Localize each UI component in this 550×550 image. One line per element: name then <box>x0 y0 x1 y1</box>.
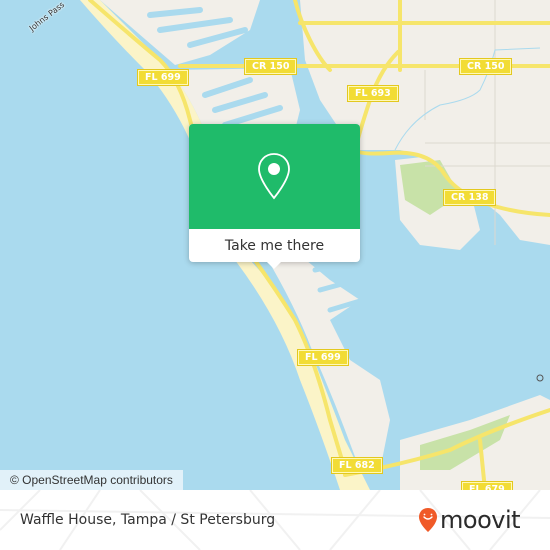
map-pin-icon <box>258 153 290 200</box>
map[interactable]: Johns Pass FL 699 CR 150 CR 150 FL 693 C… <box>0 0 550 490</box>
fl-679-shield: FL 679 <box>461 481 513 490</box>
moovit-wordmark: moovit <box>440 506 521 534</box>
fl-693-shield: FL 693 <box>347 85 399 102</box>
cr-150-shield-west: CR 150 <box>243 58 298 75</box>
location-popup: Take me there <box>189 124 360 269</box>
fl-699-shield-south: FL 699 <box>297 349 349 366</box>
take-me-there-button[interactable]: Take me there <box>189 229 360 262</box>
place-title: Waffle House, Tampa / St Petersburg <box>20 512 276 528</box>
popup-tail <box>265 260 283 269</box>
moovit-pin-icon <box>419 508 437 532</box>
map-attribution[interactable]: © OpenStreetMap contributors <box>0 470 183 490</box>
popup-header <box>189 124 360 229</box>
cr-138-shield: CR 138 <box>442 189 497 206</box>
point-marker <box>536 374 544 382</box>
fl-699-shield-north: FL 699 <box>137 69 189 86</box>
footer-bar: Waffle House, Tampa / St Petersburg moov… <box>0 490 550 550</box>
moovit-logo[interactable]: moovit <box>418 506 521 534</box>
fl-682-shield: FL 682 <box>331 457 383 474</box>
cr-150-shield-east: CR 150 <box>458 58 513 75</box>
